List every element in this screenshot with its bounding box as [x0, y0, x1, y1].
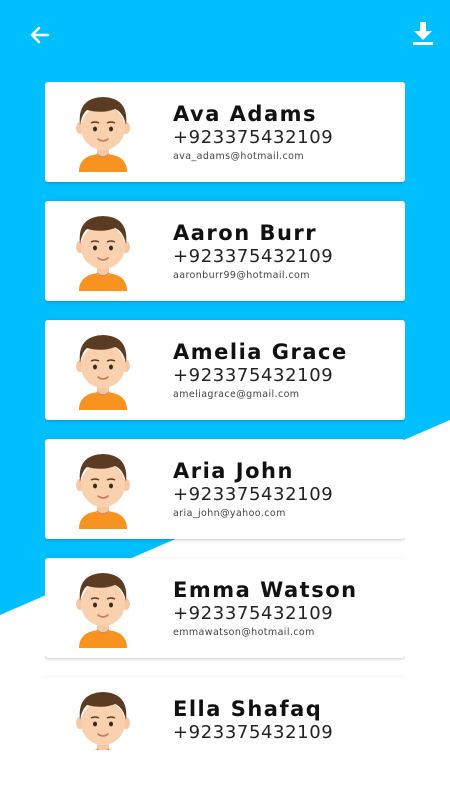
contact-phone: +923375432109	[173, 484, 334, 505]
avatar	[76, 216, 130, 291]
contact-phone: +923375432109	[173, 365, 334, 386]
contact-name: Ella Shafaq	[173, 697, 323, 721]
avatar	[76, 335, 130, 410]
contact-email: ameliagrace@gmail.com	[173, 389, 300, 400]
arrow-left-icon	[30, 26, 50, 44]
contact-phone: +923375432109	[173, 246, 334, 267]
contact-name: Aria John	[173, 459, 294, 483]
contact-email: ava_adams@hotmail.com	[173, 151, 305, 162]
top-bar	[0, 0, 450, 70]
avatar	[76, 97, 130, 172]
contact-name: Emma Watson	[173, 578, 358, 602]
contact-phone: +923375432109	[173, 127, 334, 148]
contact-name: Amelia Grace	[173, 340, 348, 364]
download-button[interactable]	[405, 15, 441, 51]
contact-card[interactable]: Aria John +923375432109 aria_john@yahoo.…	[45, 439, 405, 539]
avatar	[76, 692, 130, 750]
contact-email: aaronburr99@hotmail.com	[173, 270, 310, 281]
contact-email: emmawatson@hotmail.com	[173, 627, 315, 638]
contact-card[interactable]: Amelia Grace +923375432109 ameliagrace@g…	[45, 320, 405, 420]
contact-list: Ava Adams +923375432109 ava_adams@hotmai…	[45, 82, 405, 750]
contact-name: Ava Adams	[173, 102, 318, 126]
contact-phone: +923375432109	[173, 722, 334, 743]
contact-email: aria_john@yahoo.com	[173, 508, 286, 519]
avatar	[76, 573, 130, 648]
download-icon	[413, 22, 433, 45]
contact-card[interactable]: Aaron Burr +923375432109 aaronburr99@hot…	[45, 201, 405, 301]
contact-card[interactable]: Emma Watson +923375432109 emmawatson@hot…	[45, 558, 405, 658]
back-button[interactable]	[22, 17, 58, 53]
contact-card[interactable]: Ella Shafaq +923375432109	[45, 677, 405, 750]
avatar	[76, 454, 130, 529]
contact-name: Aaron Burr	[173, 221, 318, 245]
contact-phone: +923375432109	[173, 603, 334, 624]
contact-card[interactable]: Ava Adams +923375432109 ava_adams@hotmai…	[45, 82, 405, 182]
